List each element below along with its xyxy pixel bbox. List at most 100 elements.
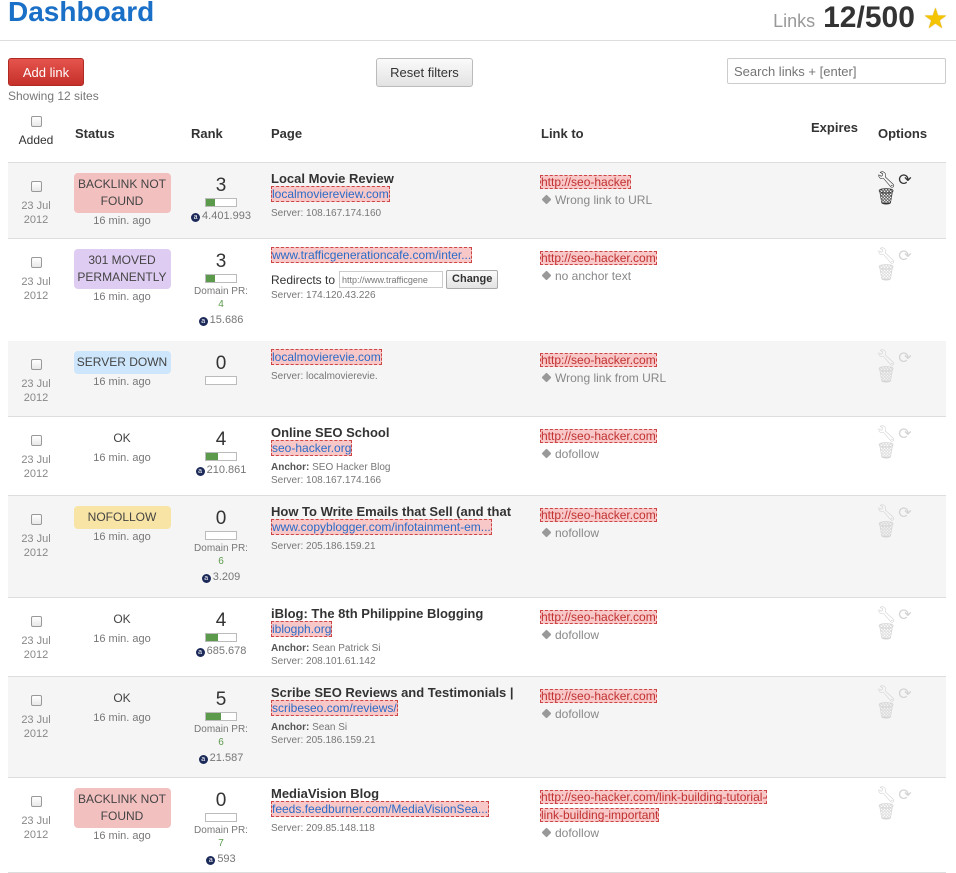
trash-icon[interactable]: 🗑︎ <box>876 444 896 460</box>
rank-cell: 3 Domain PR: 4 a 15.686 <box>190 251 252 327</box>
page-url-link[interactable]: www.trafficgenerationcafe.com/inter... <box>271 247 473 263</box>
link-to-cell: http://seo-hacker.com/link-building-tuto… <box>540 788 800 840</box>
redirect-url-input[interactable] <box>339 271 444 288</box>
row-checkbox[interactable] <box>30 359 42 370</box>
trash-icon[interactable]: 🗑︎ <box>876 368 896 384</box>
refresh-icon[interactable]: ⟳ <box>897 506 913 522</box>
alexa-rank-value: 210.861 <box>206 464 247 476</box>
page-url-link[interactable]: localmoviereview.com <box>271 186 390 202</box>
alexa-rank-value: 593 <box>217 853 236 865</box>
page-url-link[interactable]: feeds.feedburner.com/MediaVisionSea... <box>271 801 489 817</box>
row-checkbox[interactable] <box>30 181 42 192</box>
star-icon[interactable]: ★ <box>923 2 948 35</box>
rank-bar <box>205 274 237 283</box>
refresh-icon[interactable]: ⟳ <box>897 173 913 189</box>
reset-filters-button[interactable]: Reset filters <box>376 58 473 87</box>
expires-header[interactable]: Expires <box>811 120 858 135</box>
status-cell: NOFOLLOW 16 min. ago <box>72 506 172 543</box>
link-to-url[interactable]: http://seo-hacker.com/link-building-tuto… <box>540 790 768 804</box>
link-to-url[interactable]: http://seo-hacker.com <box>540 610 657 624</box>
trash-icon[interactable]: 🗑︎ <box>876 704 896 720</box>
trash-icon[interactable]: 🗑︎ <box>876 190 896 206</box>
status-badge: NOFOLLOW <box>73 506 171 529</box>
link-to-url[interactable]: http://seo-hacker.com <box>540 508 657 522</box>
link-to-url[interactable]: http://seo-hacker.com <box>540 251 657 265</box>
rank-bar <box>205 531 237 540</box>
select-all-checkbox[interactable] <box>30 116 42 127</box>
added-header: Added <box>8 116 64 150</box>
wrench-icon[interactable]: 🔧︎ <box>876 249 896 265</box>
rank-bar <box>205 633 237 642</box>
row-checkbox[interactable] <box>30 257 42 268</box>
alexa-rank: a 15.686 <box>190 313 252 327</box>
alexa-rank: a 210.861 <box>190 463 252 477</box>
link-to-url[interactable]: http://seo-hacker.com <box>540 353 657 367</box>
status-cell: BACKLINK NOT FOUND 16 min. ago <box>72 788 172 842</box>
row-checkbox[interactable] <box>30 514 42 525</box>
page-url-link[interactable]: localmovierevie.com <box>271 349 382 365</box>
trash-icon[interactable]: 🗑︎ <box>876 523 896 539</box>
table-row: 23 Jul 2012 OK 16 min. ago 4 a 210.861 Onl… <box>8 417 946 496</box>
link-to-header[interactable]: Link to <box>541 126 584 141</box>
link-to-url[interactable]: http://seo-hacker.com <box>540 689 657 703</box>
wrench-icon[interactable]: 🔧︎ <box>876 687 896 703</box>
rank-cell: 5 Domain PR: 6 a 21.587 <box>190 689 252 765</box>
status-header[interactable]: Status <box>75 126 115 141</box>
search-input[interactable] <box>727 58 946 84</box>
add-link-button[interactable]: Add link <box>8 58 84 86</box>
refresh-icon[interactable]: ⟳ <box>897 608 913 624</box>
table-row: 23 Jul 2012 OK 16 min. ago 5 Domain PR: 6… <box>8 677 946 778</box>
table-row: 23 Jul 2012 BACKLINK NOT FOUND 16 min. ag… <box>8 778 946 873</box>
wrench-icon[interactable]: 🔧︎ <box>876 173 896 189</box>
trash-icon[interactable]: 🗑︎ <box>876 625 896 641</box>
wrench-icon[interactable]: 🔧︎ <box>876 506 896 522</box>
change-redirect-button[interactable]: Change <box>446 270 499 289</box>
wrench-icon[interactable]: 🔧︎ <box>876 351 896 367</box>
domain-pr-value: 6 <box>218 737 224 748</box>
table-row: 23 Jul 2012 NOFOLLOW 16 min. ago 0 Domain… <box>8 496 946 598</box>
link-to-url[interactable]: http://seo-hacker.com <box>540 429 657 443</box>
row-checkbox[interactable] <box>30 435 42 446</box>
anchor-label: Anchor: <box>271 643 310 654</box>
link-tag: dofollow <box>540 447 800 461</box>
alexa-icon: a <box>206 856 216 865</box>
refresh-icon[interactable]: ⟳ <box>897 249 913 265</box>
rank-bar <box>205 712 237 721</box>
row-checkbox[interactable] <box>30 616 42 627</box>
refresh-icon[interactable]: ⟳ <box>897 687 913 703</box>
wrench-icon[interactable]: 🔧︎ <box>876 608 896 624</box>
rank-cell: 3 a 4.401.993 <box>190 175 252 223</box>
rank-value: 3 <box>215 251 227 272</box>
page-cell: How To Write Emails that Sell (and that w… <box>271 504 533 554</box>
page-url-link[interactable]: scribeseo.com/reviews/ <box>271 700 398 716</box>
trash-icon[interactable]: 🗑︎ <box>876 805 896 821</box>
page-title-text: Local Movie Review <box>271 171 394 186</box>
rank-header[interactable]: Rank <box>191 126 223 141</box>
link-to-url-cont[interactable]: link-building-important <box>540 808 660 822</box>
refresh-icon[interactable]: ⟳ <box>897 788 913 804</box>
row-checkbox[interactable] <box>30 796 42 807</box>
alexa-icon: a <box>198 317 208 326</box>
rank-bar-fill <box>206 634 218 641</box>
page-cell: Scribe SEO Reviews and Testimonials | scr… <box>271 685 533 748</box>
refresh-icon[interactable]: ⟳ <box>897 351 913 367</box>
page-url-link[interactable]: iblogph.org <box>271 621 333 637</box>
rank-cell: 0 Domain PR: 7 a 593 <box>190 790 252 866</box>
row-checkbox[interactable] <box>30 695 42 706</box>
added-date-day: 23 Jul <box>21 815 51 827</box>
link-tag: dofollow <box>540 707 800 721</box>
link-to-url[interactable]: http://seo-hacker <box>540 175 632 189</box>
wrench-icon[interactable]: 🔧︎ <box>876 427 896 443</box>
server-info: Server: 174.120.43.226 <box>271 290 376 301</box>
page-url-link[interactable]: seo-hacker.org <box>271 440 353 456</box>
link-to-cell: http://seo-hacker.com nofollow <box>540 506 800 540</box>
trash-icon[interactable]: 🗑︎ <box>876 266 896 282</box>
wrench-icon[interactable]: 🔧︎ <box>876 788 896 804</box>
page-header-col[interactable]: Page <box>271 126 302 141</box>
refresh-icon[interactable]: ⟳ <box>897 427 913 443</box>
rank-value: 0 <box>215 353 227 374</box>
domain-pr-value: 6 <box>218 556 224 567</box>
page-url-link[interactable]: www.copyblogger.com/infotainment-em... <box>271 519 492 535</box>
status-cell: BACKLINK NOT FOUND 16 min. ago <box>72 173 172 227</box>
alexa-icon: a <box>195 467 205 476</box>
